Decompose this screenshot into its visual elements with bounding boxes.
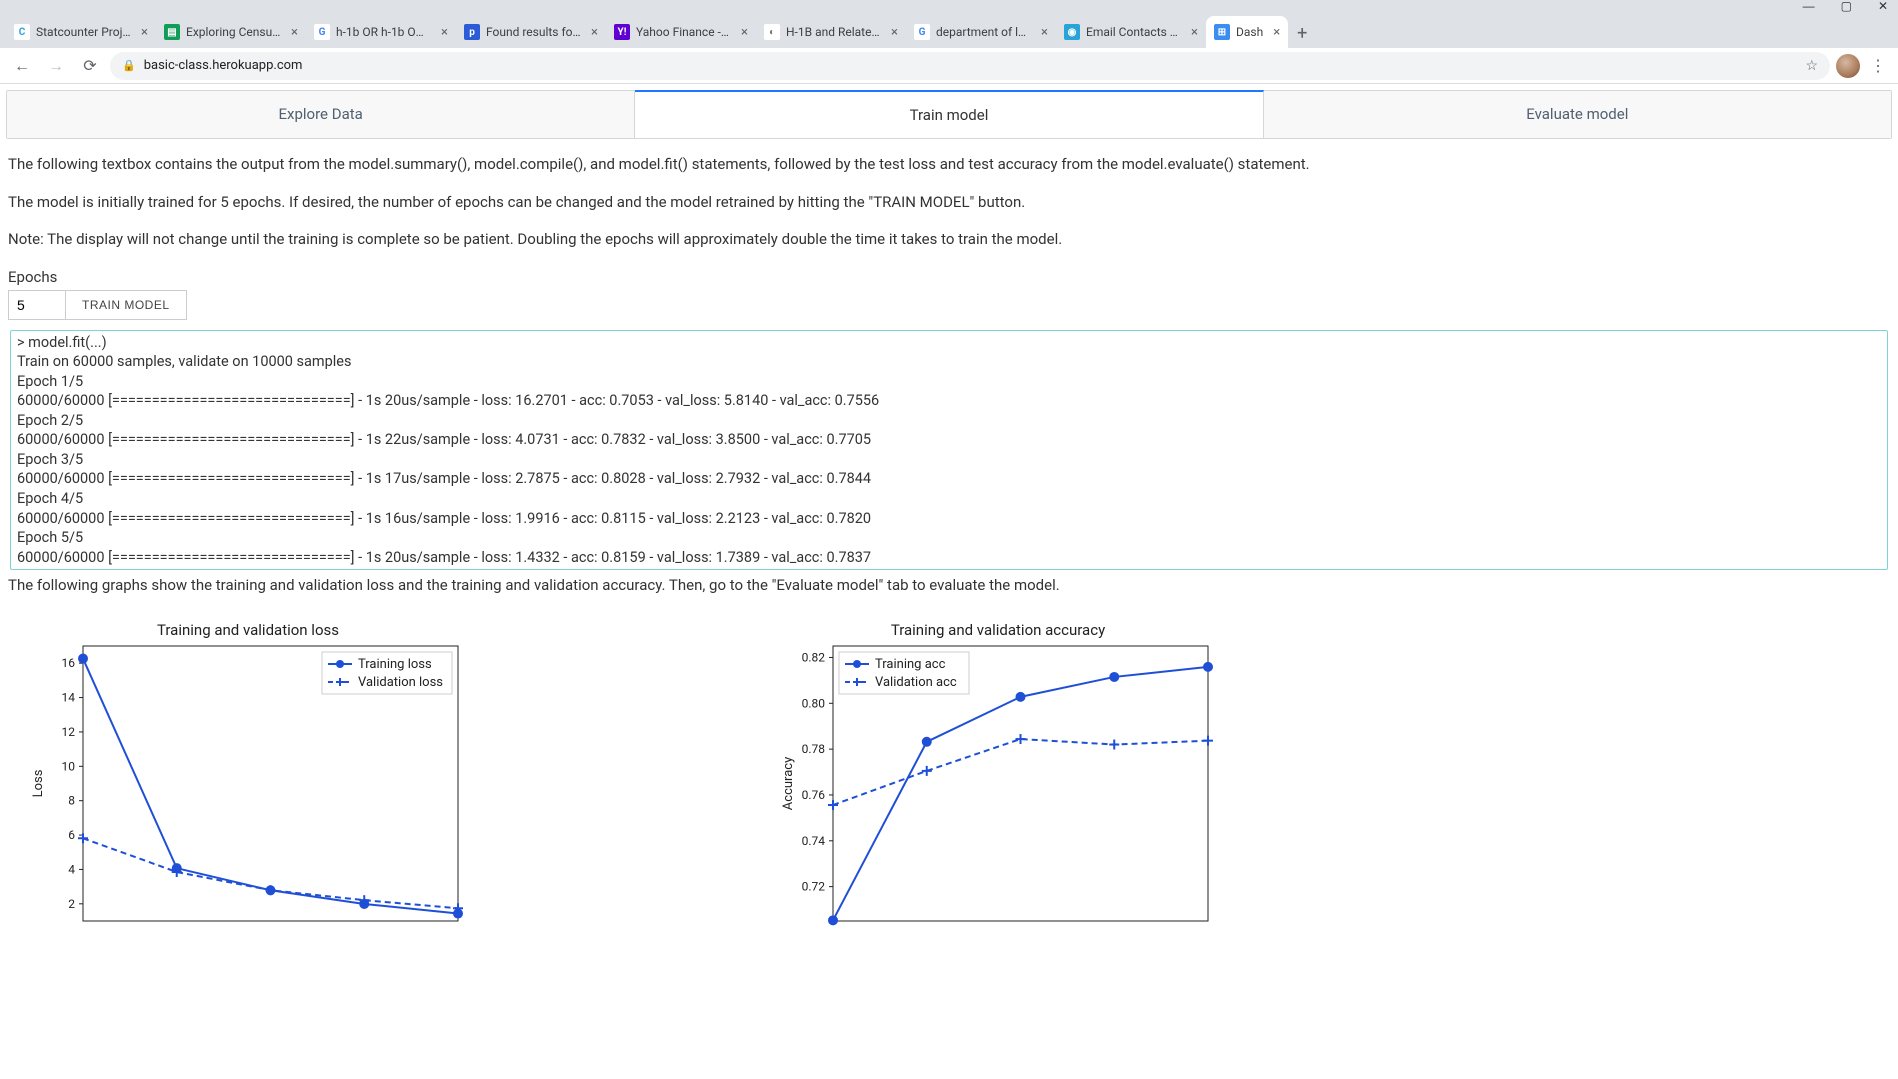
- svg-text:Training loss: Training loss: [358, 657, 432, 672]
- svg-text:4: 4: [68, 862, 75, 876]
- forward-button[interactable]: →: [42, 56, 70, 76]
- train-model-button[interactable]: TRAIN MODEL: [66, 290, 187, 320]
- svg-text:16: 16: [62, 656, 76, 670]
- svg-text:0.76: 0.76: [802, 788, 826, 802]
- tab-favicon-icon: p: [464, 24, 480, 40]
- accuracy-chart-title: Training and validation accuracy: [778, 621, 1218, 639]
- svg-text:0.80: 0.80: [802, 696, 826, 710]
- svg-text:Validation loss: Validation loss: [358, 675, 443, 690]
- bookmark-star-icon[interactable]: ☆: [1805, 58, 1818, 74]
- svg-text:Loss: Loss: [31, 769, 46, 797]
- svg-text:2: 2: [68, 897, 75, 911]
- svg-text:Training acc: Training acc: [875, 657, 946, 672]
- epochs-input[interactable]: [8, 290, 66, 320]
- tab-close-icon[interactable]: ×: [1191, 25, 1198, 40]
- profile-avatar[interactable]: [1836, 54, 1860, 78]
- epochs-label: Epochs: [8, 268, 1890, 286]
- browser-tab[interactable]: ▤ Exploring Census Data ×: [156, 16, 306, 48]
- browser-tab[interactable]: Y! Yahoo Finance - Busine ×: [606, 16, 756, 48]
- browser-tab[interactable]: ◐ H-1B and Related Data ×: [756, 16, 906, 48]
- browser-tab[interactable]: p Found results for (732 ×: [456, 16, 606, 48]
- svg-text:10: 10: [62, 759, 76, 773]
- tab-close-icon[interactable]: ×: [1041, 25, 1048, 40]
- intro-paragraph-1: The following textbox contains the outpu…: [8, 155, 1890, 175]
- dash-tab[interactable]: Train model: [635, 90, 1263, 138]
- browser-tab[interactable]: ⊞ Dash ×: [1206, 16, 1288, 48]
- svg-text:Accuracy: Accuracy: [781, 757, 796, 810]
- tab-close-icon[interactable]: ×: [1273, 25, 1280, 40]
- browser-tabstrip: C Statcounter Projects × ▤ Exploring Census …: [0, 12, 1898, 48]
- browser-toolbar: ← → ⟳ 🔒 basic-class.herokuapp.com ☆ ⋮: [0, 48, 1898, 84]
- new-tab-button[interactable]: +: [1288, 23, 1316, 48]
- svg-text:0.78: 0.78: [802, 742, 826, 756]
- training-output-textarea[interactable]: > model.fit(...) Train on 60000 samples,…: [10, 330, 1888, 570]
- svg-text:14: 14: [62, 691, 76, 705]
- post-output-paragraph: The following graphs show the training a…: [8, 576, 1890, 596]
- intro-paragraph-2: The model is initially trained for 5 epo…: [8, 193, 1890, 213]
- tab-favicon-icon: ▤: [164, 24, 180, 40]
- maximize-icon[interactable]: ▢: [1841, 0, 1852, 13]
- close-window-icon[interactable]: ✕: [1878, 0, 1888, 13]
- loss-chart-title: Training and validation loss: [28, 621, 468, 639]
- dash-tab[interactable]: Evaluate model: [1264, 91, 1891, 138]
- tab-title: Yahoo Finance - Busine: [636, 25, 731, 39]
- back-button[interactable]: ←: [8, 56, 36, 76]
- dash-tabs: Explore DataTrain modelEvaluate model: [6, 90, 1892, 139]
- browser-tab[interactable]: Gdepartment of labor d ×: [906, 16, 1056, 48]
- browser-tab[interactable]: ◉ Email Contacts by Top ×: [1056, 16, 1206, 48]
- dash-tab[interactable]: Explore Data: [7, 91, 635, 138]
- tab-title: h-1b OR h-1b OR "ste: [336, 25, 431, 39]
- tab-title: Statcounter Projects: [36, 25, 131, 39]
- tab-title: Found results for (732: [486, 25, 581, 39]
- tab-title: H-1B and Related Data: [786, 25, 881, 39]
- tab-favicon-icon: Y!: [614, 24, 630, 40]
- loss-chart: Training and validation loss 2 4 6 8 10 12 14 1…: [28, 621, 468, 941]
- minimize-icon[interactable]: —: [1803, 0, 1815, 13]
- page-viewport[interactable]: Explore DataTrain modelEvaluate model Th…: [0, 84, 1898, 1079]
- intro-paragraph-3: Note: The display will not change until …: [8, 230, 1890, 250]
- accuracy-chart: Training and validation accuracy 0.72 0.7…: [778, 621, 1218, 941]
- tab-favicon-icon: G: [314, 24, 330, 40]
- tab-close-icon[interactable]: ×: [591, 25, 598, 40]
- tab-title: Exploring Census Data: [186, 25, 281, 39]
- tab-close-icon[interactable]: ×: [891, 25, 898, 40]
- tab-favicon-icon: C: [14, 24, 30, 40]
- tab-favicon-icon: ◐: [764, 24, 780, 40]
- svg-text:8: 8: [68, 794, 75, 808]
- svg-text:12: 12: [62, 725, 76, 739]
- svg-text:0.74: 0.74: [802, 834, 826, 848]
- reload-button[interactable]: ⟳: [76, 56, 104, 75]
- tab-favicon-icon: ⊞: [1214, 24, 1230, 40]
- tab-favicon-icon: G: [914, 24, 930, 40]
- tab-close-icon[interactable]: ×: [441, 25, 448, 40]
- tab-title: department of labor d: [936, 25, 1031, 39]
- svg-text:0.82: 0.82: [802, 650, 826, 664]
- browser-tab[interactable]: Gh-1b OR h-1b OR "ste ×: [306, 16, 456, 48]
- window-controls: — ▢ ✕: [0, 0, 1898, 12]
- svg-text:6: 6: [68, 828, 75, 842]
- lock-icon: 🔒: [122, 59, 136, 72]
- tab-title: Email Contacts by Top: [1086, 25, 1181, 39]
- svg-text:Validation acc: Validation acc: [875, 675, 957, 690]
- url-text: basic-class.herokuapp.com: [144, 58, 303, 73]
- tab-favicon-icon: ◉: [1064, 24, 1080, 40]
- tab-title: Dash: [1236, 25, 1263, 39]
- tab-close-icon[interactable]: ×: [291, 25, 298, 40]
- svg-text:0.72: 0.72: [802, 880, 826, 894]
- browser-tab[interactable]: C Statcounter Projects ×: [6, 16, 156, 48]
- tab-close-icon[interactable]: ×: [141, 25, 148, 40]
- address-bar[interactable]: 🔒 basic-class.herokuapp.com ☆: [110, 52, 1830, 80]
- kebab-menu-icon[interactable]: ⋮: [1866, 56, 1890, 75]
- tab-close-icon[interactable]: ×: [741, 25, 748, 40]
